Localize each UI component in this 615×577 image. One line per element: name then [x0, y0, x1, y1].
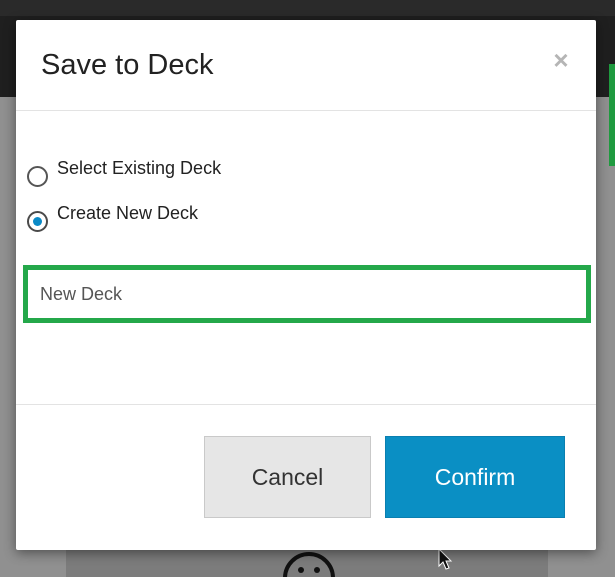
option-label: Select Existing Deck: [57, 158, 222, 178]
confirm-button[interactable]: Confirm: [385, 436, 565, 518]
header-strip: [0, 0, 615, 16]
save-to-deck-dialog: Save to Deck × Select Existing Deck Crea…: [16, 20, 596, 550]
smiley-icon: [283, 552, 335, 577]
footer-divider: [16, 404, 596, 405]
radio-dot-icon: [33, 217, 42, 226]
radio-unchecked-icon[interactable]: [27, 166, 48, 187]
deck-name-input[interactable]: [28, 270, 586, 318]
background-image: [66, 548, 548, 577]
close-icon[interactable]: ×: [549, 47, 573, 73]
option-label: Create New Deck: [57, 203, 199, 223]
background-accent-edge: [609, 64, 615, 166]
radio-checked-icon[interactable]: [27, 211, 48, 232]
mouse-cursor-icon: [438, 548, 453, 570]
dialog-header: Save to Deck ×: [16, 20, 596, 111]
cancel-button[interactable]: Cancel: [204, 436, 371, 518]
dialog-title: Save to Deck: [41, 49, 214, 81]
deck-name-field-wrapper: [23, 265, 591, 323]
